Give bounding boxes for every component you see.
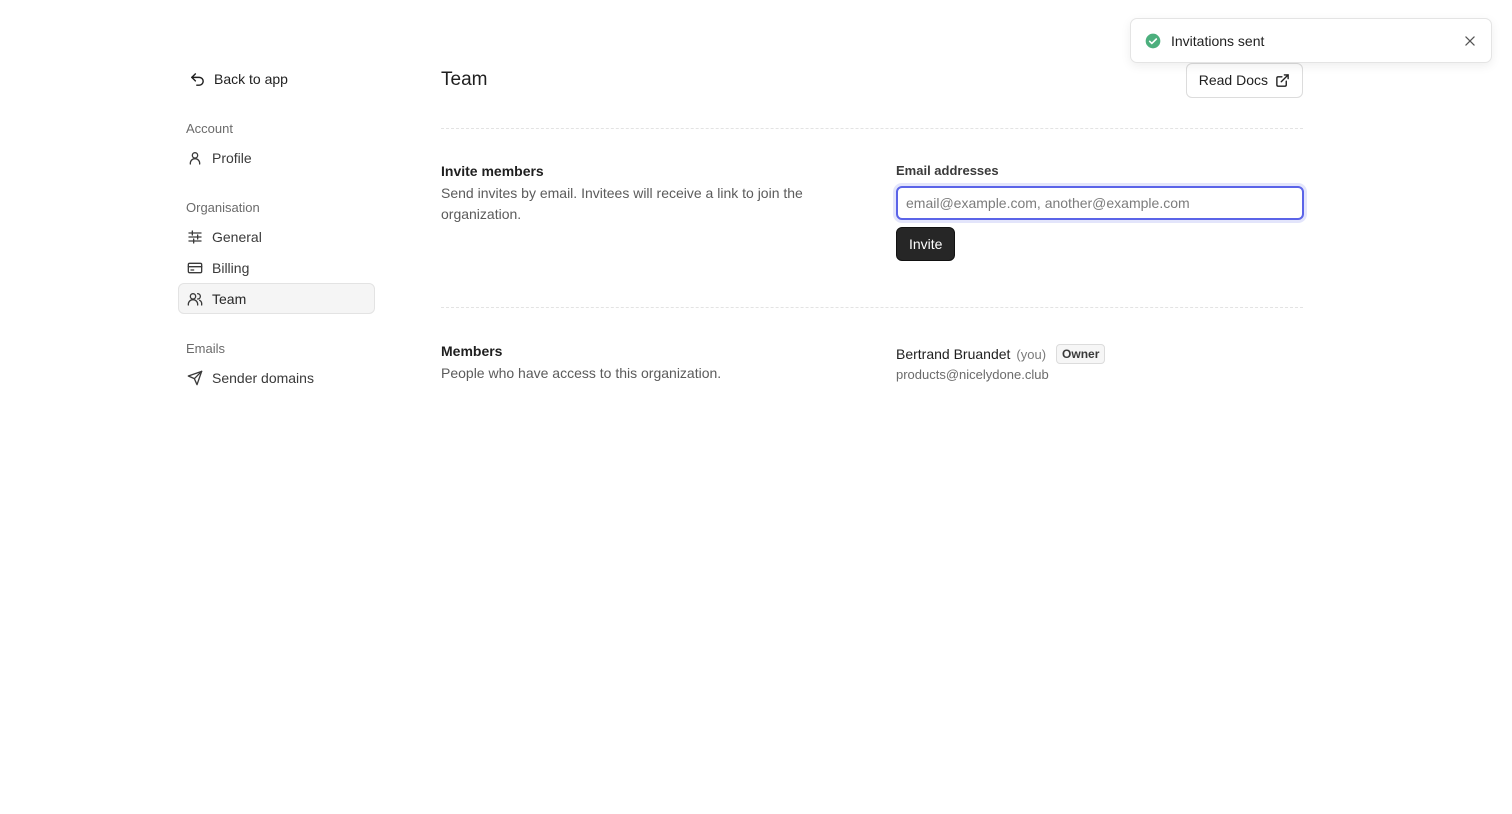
sidebar-item-label: Team — [212, 290, 247, 307]
sidebar-item-general[interactable]: General — [178, 221, 375, 252]
back-to-app-label: Back to app — [214, 71, 288, 87]
role-badge: Owner — [1056, 344, 1106, 364]
main-content: Team Read Docs Invite members Send invit… — [441, 62, 1304, 384]
members-description: People who have access to this organizat… — [441, 365, 722, 381]
section-label-organisation: Organisation — [186, 200, 260, 215]
member-you-label: (you) — [1016, 346, 1047, 362]
toast-notification: Invitations sent — [1130, 18, 1492, 63]
email-addresses-label: Email addresses — [896, 163, 999, 178]
close-icon[interactable] — [1463, 34, 1477, 48]
settings-sidebar: Back to app Account Profile Organisation… — [178, 64, 375, 393]
invite-members-title: Invite members — [441, 163, 544, 179]
invite-members-description: Send invites by email. Invitees will rec… — [441, 185, 803, 222]
sidebar-item-sender-domains[interactable]: Sender domains — [178, 362, 375, 393]
invite-button[interactable]: Invite — [896, 227, 956, 261]
send-icon — [187, 370, 203, 385]
list-item: Bertrand Bruandet (you) Owner products@n… — [896, 343, 1303, 382]
external-link-icon — [1276, 73, 1289, 87]
sidebar-item-billing[interactable]: Billing — [178, 252, 375, 283]
sliders-icon — [188, 229, 202, 244]
members-list: Bertrand Bruandet (you) Owner products@n… — [896, 343, 1303, 384]
users-icon — [187, 292, 203, 306]
member-email: products@nicelydone.club — [896, 367, 1049, 382]
sidebar-item-team[interactable]: Team — [178, 283, 375, 314]
toast-message: Invitations sent — [1171, 32, 1265, 49]
sidebar-item-label: Billing — [212, 259, 250, 276]
read-docs-label: Read Docs — [1198, 72, 1268, 88]
credit-card-icon — [187, 262, 203, 273]
section-label-account: Account — [186, 121, 233, 136]
check-circle-icon — [1145, 33, 1161, 48]
user-icon — [189, 151, 201, 165]
members-title: Members — [441, 343, 503, 359]
settings-page: Back to app Account Profile Organisation… — [0, 0, 1512, 814]
read-docs-button[interactable]: Read Docs — [1185, 62, 1303, 98]
sidebar-item-label: Sender domains — [212, 369, 314, 386]
section-label-emails: Emails — [186, 341, 226, 356]
member-name: Bertrand Bruandet — [896, 346, 1011, 362]
invite-members-section: Invite members Send invites by email. In… — [441, 163, 1304, 261]
sidebar-item-profile[interactable]: Profile — [178, 142, 375, 173]
email-addresses-input[interactable] — [896, 186, 1304, 220]
undo-arrow-icon — [191, 72, 204, 86]
back-to-app-link[interactable]: Back to app — [178, 64, 375, 94]
sidebar-item-label: Profile — [212, 149, 252, 166]
members-section: Members People who have access to this o… — [441, 343, 1303, 384]
sidebar-item-label: General — [212, 228, 262, 245]
page-title: Team — [441, 69, 488, 90]
page-header: Team Read Docs — [441, 62, 1303, 98]
